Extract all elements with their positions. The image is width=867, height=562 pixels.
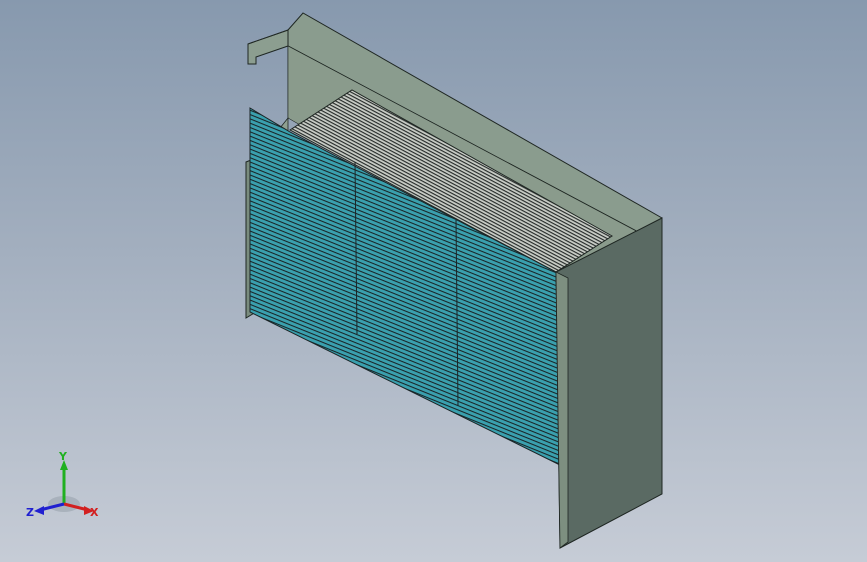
z-axis-arrow <box>34 506 44 515</box>
graphics-viewport[interactable]: Y X Z <box>0 0 867 562</box>
axis-triad[interactable]: Y X Z <box>26 448 106 528</box>
left-bracket[interactable] <box>247 29 289 65</box>
3d-model-view[interactable] <box>0 0 867 562</box>
y-axis-label: Y <box>58 450 68 463</box>
z-axis-label: Z <box>26 506 34 519</box>
right-end-panel[interactable] <box>555 217 663 549</box>
x-axis-label: X <box>90 506 99 519</box>
triad-graphic: Y X Z <box>26 450 99 519</box>
